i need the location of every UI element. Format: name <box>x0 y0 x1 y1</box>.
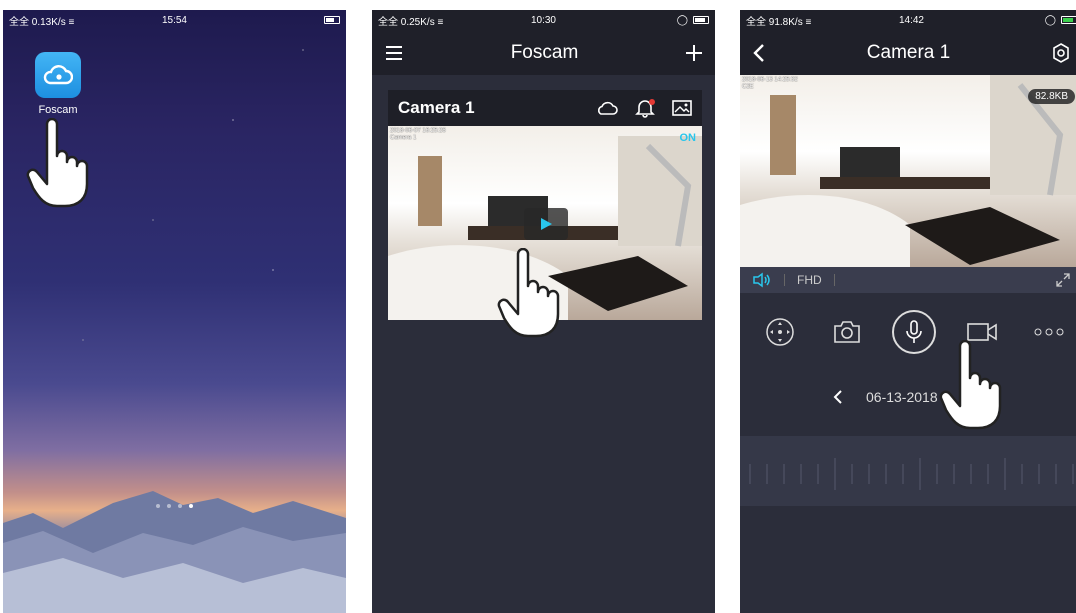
battery-icon <box>1060 16 1076 24</box>
status-bar: 全全 91.8K/s ≡ 14:42 ◯ <box>740 10 1076 30</box>
date-label[interactable]: 06-13-2018 <box>866 389 938 405</box>
status-bar: 全全 0.25K/s ≡ 10:30 ◯ <box>372 10 715 30</box>
room-image <box>740 75 1076 267</box>
gallery-icon[interactable] <box>672 99 692 117</box>
camera-name: Camera 1 <box>398 98 475 117</box>
status-bar: 全全 0.13K/s ≡ 15:54 <box>3 10 346 30</box>
play-icon <box>541 218 552 230</box>
date-picker: 06-13-2018 <box>740 382 1076 412</box>
plus-icon[interactable] <box>685 44 703 62</box>
more-icon <box>1034 328 1064 336</box>
header: Foscam <box>372 30 715 75</box>
timestamp: 2018-06-13 14:25:32 C2E <box>742 77 798 90</box>
control-bar <box>740 310 1076 354</box>
app-label: Foscam <box>38 104 78 116</box>
play-button[interactable] <box>524 208 568 240</box>
live-video[interactable]: 2018-06-13 14:25:32 C2E 82.8KB <box>740 75 1076 267</box>
page-title: Camera 1 <box>866 41 951 63</box>
cursor-hand-icon <box>26 118 89 208</box>
playback-timeline[interactable] <box>740 436 1076 506</box>
foscam-app-icon[interactable] <box>35 52 81 98</box>
status-badge: ON <box>679 132 697 144</box>
cursor-hand-icon <box>497 248 560 338</box>
talk-button[interactable] <box>892 310 937 354</box>
battery-icon <box>692 16 709 24</box>
menu-icon[interactable] <box>384 45 404 61</box>
back-icon[interactable] <box>752 43 766 63</box>
alarm-icon: ◯ <box>676 14 688 26</box>
cloud-icon[interactable] <box>596 100 618 116</box>
alarm-icon: ◯ <box>1044 14 1056 26</box>
ptz-button[interactable] <box>758 310 802 354</box>
phone-live-view: 全全 91.8K/s ≡ 14:42 ◯ Camera 1 2018-06-13… <box>740 10 1076 613</box>
prev-date-icon[interactable] <box>832 390 844 404</box>
bitrate-badge: 82.8KB <box>1028 89 1075 104</box>
cursor-hand-icon <box>939 340 1002 430</box>
mountains-image <box>3 491 346 613</box>
quality-selector[interactable]: FHD <box>797 273 822 287</box>
home-cloud-icon <box>43 65 73 85</box>
ptz-icon <box>765 318 794 346</box>
more-button[interactable] <box>1027 310 1071 354</box>
settings-icon[interactable] <box>1051 42 1071 63</box>
mic-icon <box>906 320 923 343</box>
video-toolbar: FHD <box>740 267 1076 293</box>
timestamp: 2018-06-07 16:25:26 Camera 1 <box>390 128 446 141</box>
phone-home-screen: 全全 0.13K/s ≡ 15:54 Foscam <box>3 10 346 613</box>
page-title: Foscam <box>510 41 579 63</box>
battery-icon <box>323 16 340 24</box>
bell-icon[interactable] <box>634 98 656 118</box>
phone-camera-list: 全全 0.25K/s ≡ 10:30 ◯ Foscam Camera 1 201… <box>372 10 715 613</box>
snapshot-icon <box>834 321 860 343</box>
speaker-icon[interactable] <box>752 272 772 288</box>
header: Camera 1 <box>740 30 1076 75</box>
fullscreen-icon[interactable] <box>1055 272 1071 288</box>
page-indicator <box>3 504 346 508</box>
snapshot-button[interactable] <box>825 310 869 354</box>
